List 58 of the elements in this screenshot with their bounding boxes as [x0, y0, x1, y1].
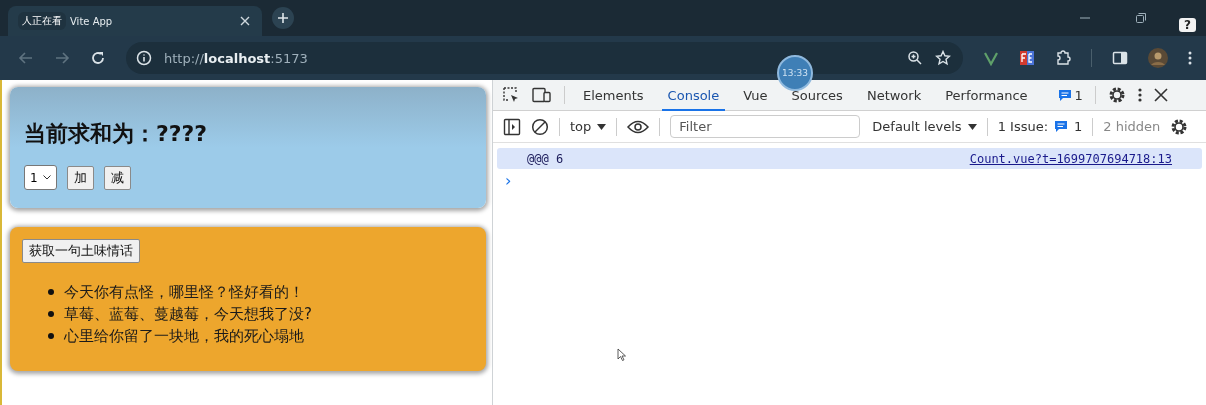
- bullet-icon: [48, 289, 54, 295]
- context-dropdown[interactable]: top: [570, 119, 607, 134]
- browser-tab[interactable]: 人正在看 Vite App: [8, 6, 262, 36]
- step-button[interactable]: 加: [66, 165, 94, 190]
- devtools-tab[interactable]: Console: [661, 79, 726, 111]
- source-link[interactable]: Count.vue?t=1699707694718:13: [969, 151, 1172, 166]
- saying-text: 草莓、蓝莓、蔓越莓，今天想我了没?: [64, 304, 312, 324]
- settings-icon[interactable]: [1170, 117, 1189, 136]
- overlay-label: 人正在看: [18, 12, 66, 30]
- extension-icon[interactable]: [1019, 50, 1036, 66]
- dropdown-icon: [597, 123, 607, 130]
- devtools-tab[interactable]: Performance: [939, 79, 1034, 111]
- puzzle-icon[interactable]: [1055, 50, 1072, 66]
- issues-button[interactable]: 1 Issue: 1: [997, 119, 1083, 134]
- devtools-tab[interactable]: Elements: [577, 79, 650, 111]
- step-button[interactable]: 减: [103, 165, 131, 190]
- tab-title: Vite App: [70, 15, 114, 27]
- devtools-tab[interactable]: Network: [860, 79, 928, 111]
- plus-icon[interactable]: [272, 7, 294, 29]
- dropdown-icon: [967, 123, 977, 130]
- message-text: @@@ 6: [527, 151, 564, 166]
- message-icon: [1057, 88, 1072, 102]
- help-badge[interactable]: ?: [1179, 18, 1196, 32]
- console-prompt[interactable]: ›: [505, 171, 517, 190]
- eye-icon[interactable]: [627, 119, 650, 134]
- message-icon: [1054, 120, 1069, 133]
- info-icon[interactable]: [136, 50, 152, 66]
- device-icon[interactable]: [532, 87, 552, 103]
- message-count[interactable]: 1: [1057, 87, 1083, 103]
- fetch-button[interactable]: 获取一句土味情话: [22, 239, 140, 263]
- forward-icon[interactable]: [54, 50, 70, 66]
- chevron-icon: [42, 175, 51, 180]
- side-panel-icon[interactable]: [1112, 50, 1128, 66]
- more-icon[interactable]: [1188, 50, 1192, 66]
- avatar-icon[interactable]: [1148, 48, 1168, 68]
- reload-icon[interactable]: [90, 50, 106, 66]
- settings-icon[interactable]: [1107, 86, 1126, 104]
- sum-heading: 当前求和为：????: [24, 120, 209, 148]
- close-icon[interactable]: [1153, 88, 1168, 102]
- url-text: http://localhost:5173: [164, 50, 308, 66]
- back-icon[interactable]: [18, 50, 34, 66]
- inspect-icon[interactable]: [502, 86, 520, 104]
- saying-text: 今天你有点怪，哪里怪？怪好看的！: [64, 282, 304, 302]
- filter-field[interactable]: Filter: [670, 115, 861, 138]
- clear-icon[interactable]: [531, 117, 549, 136]
- step-select[interactable]: 1: [24, 165, 57, 190]
- zoom-icon[interactable]: [907, 50, 924, 66]
- restore-icon[interactable]: [1135, 12, 1148, 24]
- saying-text: 心里给你留了一块地，我的死心塌地: [64, 326, 304, 346]
- hidden-count: 2 hidden: [1103, 119, 1161, 134]
- bullet-icon: [48, 311, 54, 317]
- cursor-icon: [617, 348, 626, 361]
- star-icon[interactable]: [935, 50, 952, 66]
- devtools-tab[interactable]: Vue: [737, 79, 774, 111]
- bullet-icon: [48, 333, 54, 339]
- levels-dropdown[interactable]: Default levels: [872, 119, 977, 134]
- sidebar-icon[interactable]: [503, 117, 521, 136]
- more-icon[interactable]: [1137, 87, 1142, 103]
